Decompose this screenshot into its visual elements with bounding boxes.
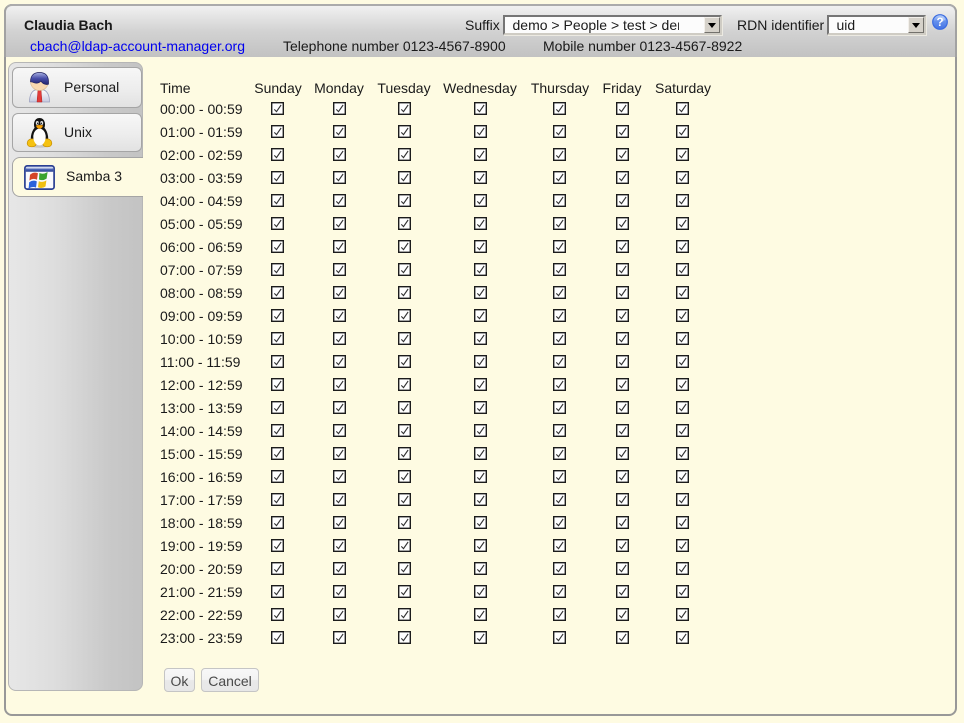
- svg-text:?: ?: [936, 17, 943, 29]
